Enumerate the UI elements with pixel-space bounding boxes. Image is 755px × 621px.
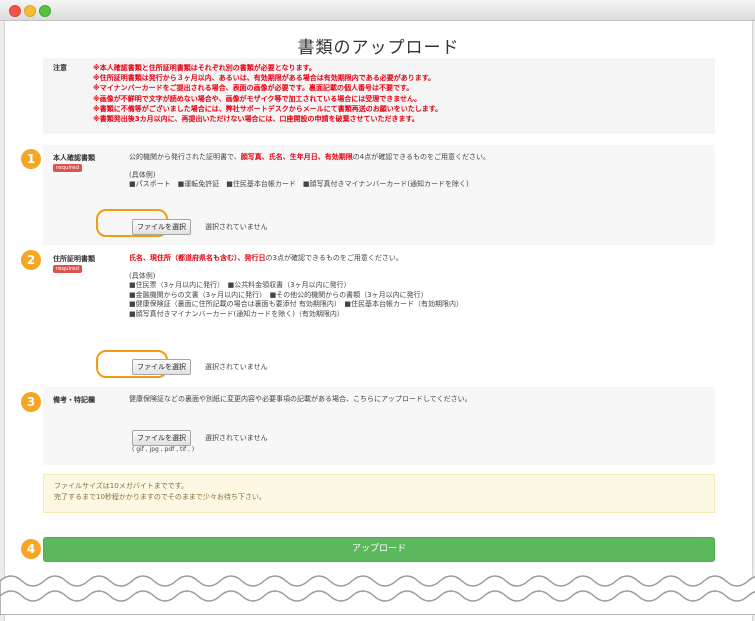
notice-line: ※書類に不備等がございました場合には、弊社サポートデスクからメールにて書類再送の… xyxy=(93,104,443,113)
address-document-description: 氏名、現住所（都道府県名も含む）、発行日の3点が確認できるものをご用意ください。… xyxy=(129,254,463,319)
example-line: ■顔写真付きマイナンバーカード(通知カードを除く)（有効期限内） xyxy=(129,309,344,318)
no-file-selected-text: 選択されていません xyxy=(205,223,268,231)
no-file-selected-text: 選択されていません xyxy=(205,363,268,371)
info-text: ファイルサイズは10メガバイトまでです。 完了するまで10秒程かかりますのでその… xyxy=(54,481,266,503)
close-window-button[interactable] xyxy=(9,5,21,17)
identity-file-button[interactable]: ファイルを選択 xyxy=(132,219,191,235)
example-line: ■住民票（3ヶ月以内に発行） ■公共料金領収書（3ヶ月以内に発行） xyxy=(129,281,351,289)
allowed-formats: ( gif , jpg , pdf , tif , ) xyxy=(132,446,195,453)
desc-highlight: 氏名、現住所（都道府県名も含む）、発行日 xyxy=(129,254,266,262)
notice-line: ※マイナンバーカードをご提出される場合、表面の画像が必要です。裏面記載の個人番号… xyxy=(93,84,414,93)
upload-page: 書類のアップロード 注意 ※本人確認書類と住所証明書類はそれぞれ別の書類が必要と… xyxy=(4,21,753,621)
identity-document-row: 本人確認書類 required 公的機関から発行された証明書で、顔写真、氏名、生… xyxy=(43,145,715,245)
identity-document-description: 公的機関から発行された証明書で、顔写真、氏名、生年月日、有効期限の4点が確認でき… xyxy=(129,153,490,190)
notice-label: 注意 xyxy=(53,64,67,72)
minimize-window-button[interactable] xyxy=(24,5,36,17)
notice-lines: ※本人確認書類と住所証明書類はそれぞれ別の書類が必要となります。 ※住所証明書類… xyxy=(93,63,442,124)
step-3-badge: 3 xyxy=(21,392,41,412)
address-file-button[interactable]: ファイルを選択 xyxy=(132,359,191,375)
no-file-selected-text: 選択されていません xyxy=(205,434,268,442)
remarks-file-button[interactable]: ファイルを選択 xyxy=(132,430,191,446)
example-line: ■パスポート ■運転免許証 ■住民基本台帳カード ■顔写真付きマイナンバーカード… xyxy=(129,180,469,188)
maximize-window-button[interactable] xyxy=(39,5,51,17)
info-line: 完了するまで10秒程かかりますのでそのままで少々お待ち下さい。 xyxy=(54,493,266,501)
example-line: ■金融機関からの文書（3ヶ月以内に発行） ■その他公的機関からの書類（3ヶ月以内… xyxy=(129,290,428,299)
address-document-label: 住所証明書類 xyxy=(53,255,95,263)
desc-text: の4点が確認できるものをご用意ください。 xyxy=(352,153,491,161)
upload-button[interactable]: アップロード xyxy=(43,537,715,562)
step-4-badge: 4 xyxy=(21,539,41,559)
notice-line: ※書類発出後3カ月以内に、再提出いただけない場合には、口座開設の申請を破棄させて… xyxy=(93,115,419,124)
desc-highlight: 顔写真、氏名、生年月日、有効期限 xyxy=(240,153,353,161)
torn-edge-decoration xyxy=(0,575,755,615)
required-badge: required xyxy=(53,265,83,273)
required-badge: required xyxy=(53,164,83,172)
desc-text: 公的機関から発行された証明書で、 xyxy=(129,153,241,161)
window-titlebar xyxy=(0,0,755,21)
step-1-badge: 1 xyxy=(21,149,41,169)
remarks-row: 備考・特記欄 健康保険証などの裏面や別紙に変更内容や必要事項の記載がある場合、こ… xyxy=(43,387,715,465)
identity-document-label: 本人確認書類 xyxy=(53,154,95,162)
remarks-label: 備考・特記欄 xyxy=(53,396,95,404)
example-line: ■健康保険証（裏面に住所記載の場合は裏面も要添付 有効期限内） ■住民基本台帳カ… xyxy=(129,300,463,308)
notice-line: ※本人確認書類と住所証明書類はそれぞれ別の書類が必要となります。 xyxy=(93,64,316,72)
example-line: (具体例) xyxy=(129,170,156,179)
desc-text: の3点が確認できるものをご用意ください。 xyxy=(265,254,403,262)
step-2-badge: 2 xyxy=(21,250,41,270)
remarks-description: 健康保険証などの裏面や別紙に変更内容や必要事項の記載がある場合、こちらにアップロ… xyxy=(129,395,472,403)
notice-line: ※住所証明書類は発行から３ヶ月以内、あるいは、有効期限がある場合は有効期限内であ… xyxy=(93,74,436,83)
info-box: ファイルサイズは10メガバイトまでです。 完了するまで10秒程かかりますのでその… xyxy=(43,474,715,513)
address-document-row: 住所証明書類 required 氏名、現住所（都道府県名も含む）、発行日の3点が… xyxy=(43,246,715,386)
example-line: (具体例) xyxy=(129,271,156,280)
page-title: 書類のアップロード xyxy=(297,38,460,58)
notice-line: ※画像が不鮮明で文字が読めない場合や、画像がモザイク等で加工されている場合には受… xyxy=(93,94,422,103)
notice-box: 注意 ※本人確認書類と住所証明書類はそれぞれ別の書類が必要となります。 ※住所証… xyxy=(43,58,715,134)
info-line: ファイルサイズは10メガバイトまでです。 xyxy=(54,482,188,490)
